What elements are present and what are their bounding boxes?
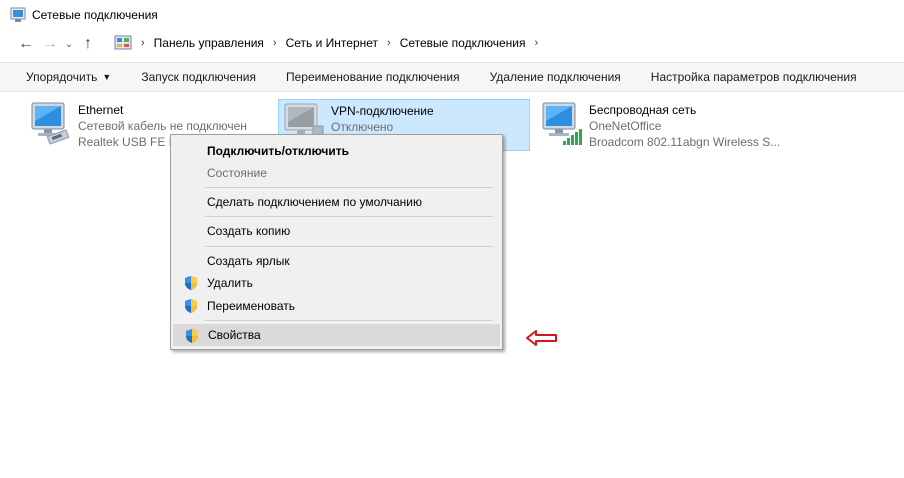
menu-item-properties[interactable]: Свойства [173, 324, 500, 346]
context-menu: Подключить/отключить Состояние Сделать п… [170, 134, 503, 350]
menu-item-label: Удалить [207, 276, 253, 290]
connection-device: Broadcom 802.11abgn Wireless S... [589, 135, 781, 149]
menu-separator [205, 246, 493, 247]
dropdown-caret-icon: ▼ [102, 72, 112, 82]
connection-name: Беспроводная сеть [589, 103, 697, 117]
control-panel-icon [114, 35, 132, 50]
menu-separator [205, 320, 493, 321]
start-connection-button[interactable]: Запуск подключения [126, 63, 271, 91]
back-arrow-icon[interactable]: ← [14, 32, 38, 56]
menu-item-set-default[interactable]: Сделать подключением по умолчанию [173, 191, 500, 213]
uac-shield-icon [183, 275, 199, 291]
menu-item-status: Состояние [207, 166, 267, 180]
breadcrumb-root-chevron-icon[interactable]: › [136, 37, 150, 49]
menu-item-rename[interactable]: Переименовать [173, 295, 500, 317]
connection-status: Отключено [331, 120, 394, 134]
change-connection-settings-button[interactable]: Настройка параметров подключения [636, 63, 872, 91]
organize-label: Упорядочить [26, 70, 98, 84]
menu-separator [205, 216, 493, 217]
breadcrumb-chevron-icon[interactable]: › [529, 37, 543, 49]
wireless-adapter-icon [537, 99, 582, 145]
rename-connection-button[interactable]: Переименование подключения [271, 63, 475, 91]
menu-item-create-copy[interactable]: Создать копию [173, 220, 500, 242]
connection-text: Беспроводная сеть OneNetOffice Broadcom … [589, 99, 780, 151]
breadcrumb-chevron-icon[interactable]: › [382, 37, 396, 49]
breadcrumb-network-internet[interactable]: Сеть и Интернет [282, 36, 382, 50]
command-bar: Упорядочить ▼ Запуск подключения Переиме… [0, 62, 904, 92]
address-bar[interactable]: › Панель управления › Сеть и Интернет › … [114, 31, 904, 55]
network-connections-app-icon [10, 7, 26, 22]
uac-shield-icon [183, 298, 199, 314]
forward-arrow-icon[interactable]: → [38, 32, 62, 56]
organize-menu-button[interactable]: Упорядочить ▼ [0, 63, 126, 91]
ethernet-adapter-icon [26, 99, 69, 145]
menu-item-label: Свойства [208, 328, 261, 342]
annotation-arrow-icon [526, 330, 557, 346]
up-arrow-icon[interactable]: ↑ [76, 32, 100, 56]
uac-shield-icon [184, 328, 200, 344]
menu-item-delete[interactable]: Удалить [173, 272, 500, 294]
menu-item-create-shortcut[interactable]: Создать ярлык [173, 250, 500, 272]
connection-status: Сетевой кабель не подключен [78, 119, 247, 133]
window-title: Сетевые подключения [32, 8, 158, 22]
delete-connection-button[interactable]: Удаление подключения [475, 63, 636, 91]
menu-item-label: Переименовать [207, 299, 295, 313]
breadcrumb-control-panel[interactable]: Панель управления [150, 36, 268, 50]
breadcrumb-network-connections[interactable]: Сетевые подключения [396, 36, 530, 50]
menu-item-connect-disconnect[interactable]: Подключить/отключить [173, 140, 500, 162]
connection-status: OneNetOffice [589, 119, 662, 133]
connection-item-wireless[interactable]: Беспроводная сеть OneNetOffice Broadcom … [537, 99, 797, 151]
connection-name: Ethernet [78, 103, 124, 117]
navigation-row: ← → ⌄ ↑ › Панель управления › Сеть и Инт… [0, 31, 904, 57]
menu-separator [205, 187, 493, 188]
title-bar: Сетевые подключения [0, 0, 904, 30]
breadcrumb-chevron-icon[interactable]: › [268, 37, 282, 49]
connection-name: VPN-подключение [331, 104, 434, 118]
recent-locations-chevron-icon[interactable]: ⌄ [62, 32, 76, 56]
